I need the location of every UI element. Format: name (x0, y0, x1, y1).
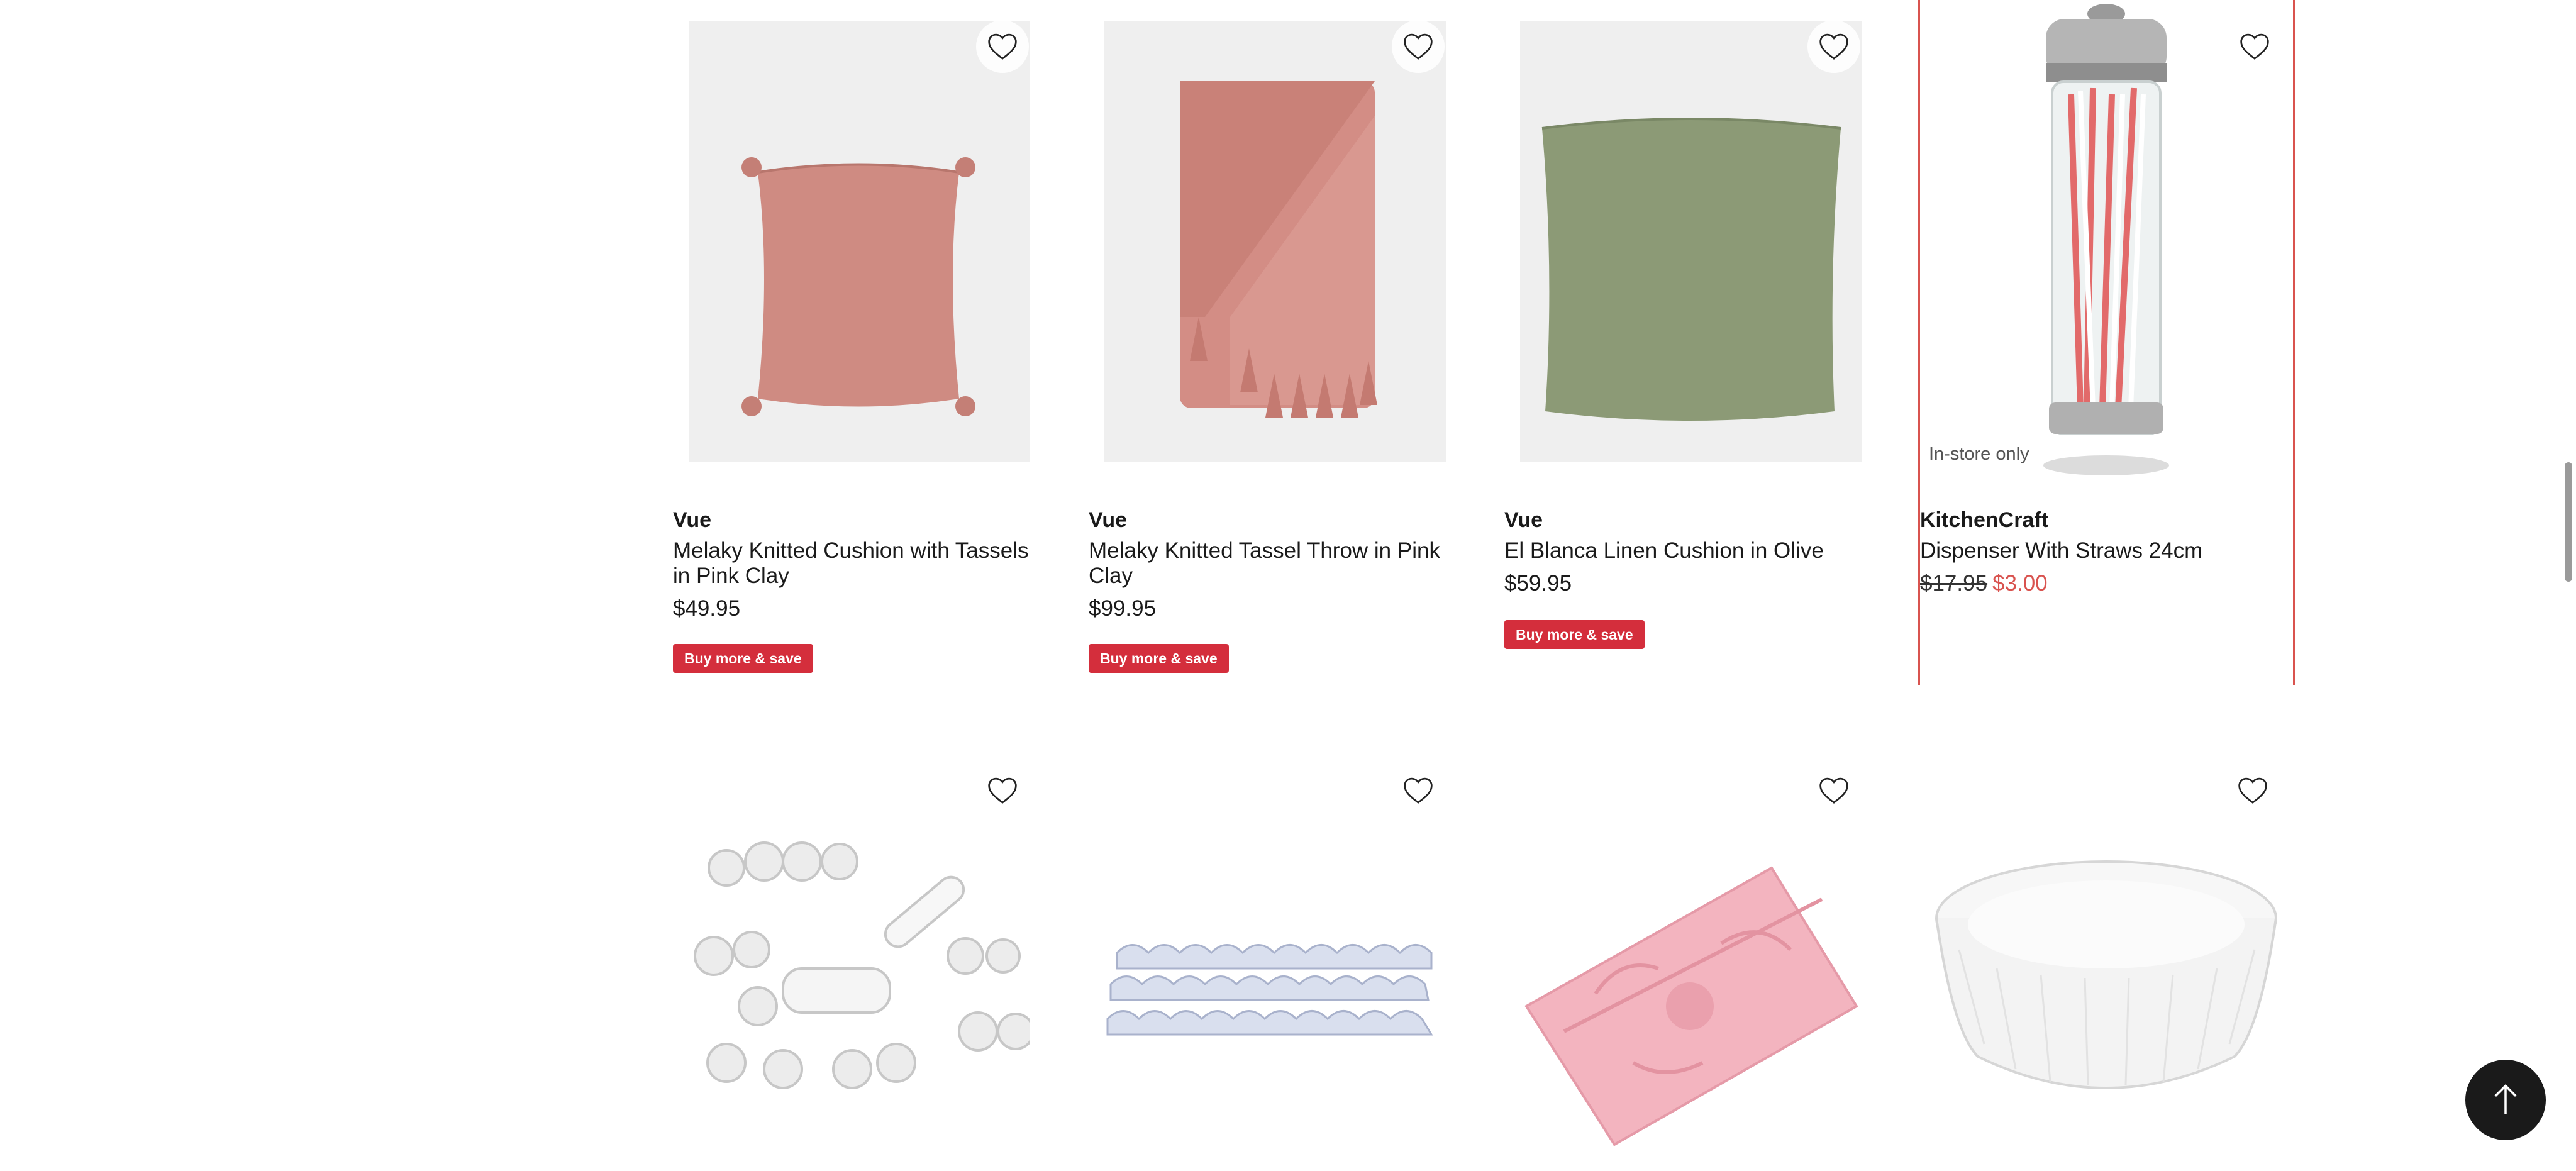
product-card[interactable]: Vue El Blanca Linen Cushion in Olive $59… (1504, 0, 1875, 685)
heart-outline-icon (1404, 777, 1433, 804)
product-price: $59.95 (1504, 571, 1572, 596)
original-price: $17.95 (1920, 571, 1988, 596)
in-store-only-tag: In-store only (1924, 440, 2035, 469)
product-name[interactable]: Melaky Knitted Cushion with Tassels in P… (673, 538, 1044, 589)
product-name[interactable]: Melaky Knitted Tassel Throw in Pink Clay (1089, 538, 1460, 589)
wishlist-button[interactable] (976, 20, 1029, 73)
wishlist-button[interactable] (2228, 20, 2281, 73)
product-card[interactable] (1089, 742, 1460, 1171)
product-card[interactable] (1504, 742, 1875, 1171)
product-brand[interactable]: Vue (673, 508, 711, 533)
product-card[interactable] (673, 742, 1044, 1171)
heart-outline-icon (2238, 777, 2267, 804)
promo-badge[interactable]: Buy more & save (673, 644, 813, 673)
product-price: $99.95 (1089, 596, 1157, 621)
product-brand[interactable]: Vue (1089, 508, 1127, 533)
wishlist-button[interactable] (1392, 20, 1445, 73)
heart-outline-icon (1404, 33, 1433, 60)
scrollbar-thumb[interactable] (2565, 462, 2572, 582)
product-card-highlighted[interactable]: In-store only KitchenCraft Dispenser Wit… (1918, 0, 2295, 685)
heart-outline-icon (988, 777, 1017, 804)
product-price: $49.95 (673, 596, 741, 621)
product-image[interactable] (689, 767, 1030, 1170)
arrow-up-icon (2494, 1084, 2517, 1114)
product-brand[interactable]: Vue (1504, 508, 1543, 533)
heart-outline-icon (1819, 777, 1848, 804)
product-image[interactable] (1520, 21, 1862, 462)
wishlist-button[interactable] (1807, 20, 1860, 73)
product-image[interactable] (1934, 767, 2279, 1170)
promo-badge[interactable]: Buy more & save (1089, 644, 1229, 673)
sale-price: $3.00 (1992, 571, 2048, 596)
product-image[interactable] (689, 21, 1030, 462)
product-name[interactable]: Dispenser With Straws 24cm (1920, 538, 2291, 563)
product-image[interactable] (1104, 21, 1446, 462)
product-image[interactable] (1520, 767, 1862, 1170)
product-card[interactable] (1918, 742, 2295, 1171)
product-grid-page: Vue Melaky Knitted Cushion with Tassels … (0, 0, 2576, 1171)
heart-outline-icon (2240, 33, 2269, 60)
product-price: $17.95 $3.00 (1920, 571, 2048, 596)
product-brand[interactable]: KitchenCraft (1920, 508, 2048, 533)
heart-outline-icon (1819, 33, 1848, 60)
product-name[interactable]: El Blanca Linen Cushion in Olive (1504, 538, 1875, 563)
product-card[interactable]: Vue Melaky Knitted Cushion with Tassels … (673, 0, 1044, 685)
wishlist-button[interactable] (2226, 764, 2279, 817)
product-card[interactable]: Vue Melaky Knitted Tassel Throw in Pink … (1089, 0, 1460, 685)
back-to-top-button[interactable] (2465, 1060, 2546, 1140)
heart-outline-icon (988, 33, 1017, 60)
wishlist-button[interactable] (1807, 764, 1860, 817)
wishlist-button[interactable] (976, 764, 1029, 817)
product-image[interactable] (1920, 0, 2293, 484)
promo-badge[interactable]: Buy more & save (1504, 620, 1645, 649)
wishlist-button[interactable] (1392, 764, 1445, 817)
product-image[interactable] (1104, 767, 1446, 1170)
